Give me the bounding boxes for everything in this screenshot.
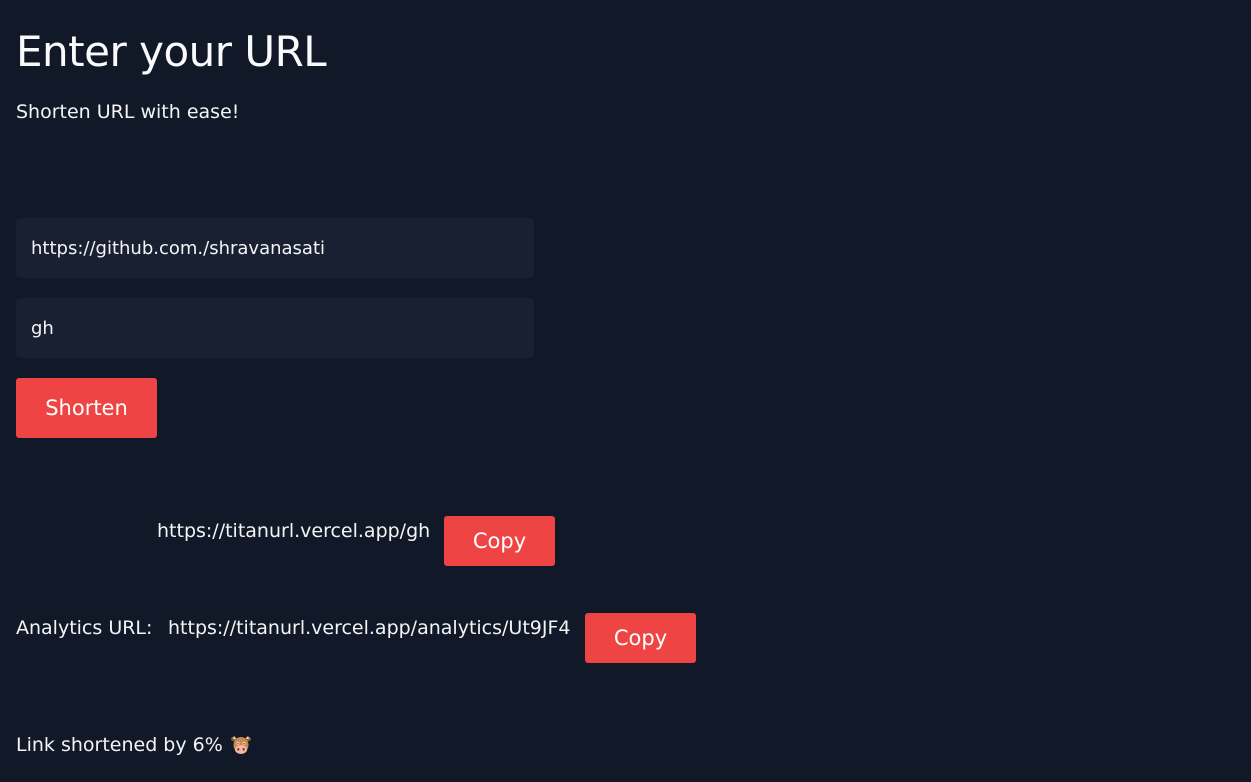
copy-short-url-button[interactable]: Copy (444, 516, 555, 566)
copy-analytics-url-button[interactable]: Copy (585, 613, 696, 663)
page-subtitle: Shorten URL with ease! (16, 101, 240, 123)
shorten-status-text: Link shortened by 6% (16, 734, 223, 756)
page-title: Enter your URL (16, 27, 327, 76)
cow-face-icon (230, 734, 252, 756)
shorten-status: Link shortened by 6% (16, 733, 252, 757)
alias-input[interactable] (16, 298, 534, 358)
analytics-label: Analytics URL: (16, 617, 153, 639)
analytics-url-text: https://titanurl.vercel.app/analytics/Ut… (168, 617, 571, 639)
url-input[interactable] (16, 218, 534, 278)
shorten-button[interactable]: Shorten (16, 378, 157, 438)
short-url-text: https://titanurl.vercel.app/gh (157, 520, 431, 542)
